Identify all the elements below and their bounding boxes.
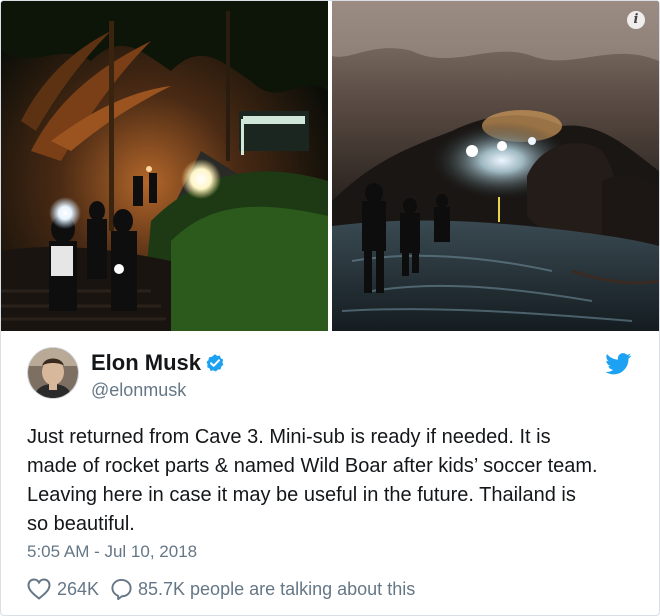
verified-badge-icon [206, 354, 224, 372]
info-icon[interactable]: i [627, 11, 645, 29]
night-camp-photo[interactable] [1, 1, 328, 331]
tweet-text-line: Leaving here in case it may be useful in… [27, 484, 576, 506]
tweet-text: Just returned from Cave 3. Mini-sub is r… [27, 423, 637, 539]
author-name[interactable]: Elon Musk [91, 350, 201, 376]
tweet-text-line: Just returned from Cave 3. Mini-sub is r… [27, 426, 551, 448]
cave-rescue-photo[interactable]: i [332, 1, 659, 331]
tweet-text-line: so beautiful. [27, 513, 135, 535]
tweet-timestamp[interactable]: 5:05 AM - Jul 10, 2018 [27, 542, 197, 562]
heart-icon[interactable] [27, 578, 51, 600]
twitter-bird-icon[interactable] [605, 353, 632, 375]
talking-about-this-link[interactable]: 85.7K people are talking about this [138, 579, 415, 600]
tweet-card[interactable]: i Elon Musk @elonmusk Just returned from… [0, 0, 660, 616]
comment-icon[interactable] [110, 578, 133, 601]
like-count[interactable]: 264K [57, 579, 99, 600]
media-grid: i [1, 1, 659, 331]
tweet-text-line: made of rocket parts & named Wild Boar a… [27, 455, 598, 477]
avatar[interactable] [27, 347, 79, 399]
author-handle[interactable]: @elonmusk [91, 380, 186, 401]
